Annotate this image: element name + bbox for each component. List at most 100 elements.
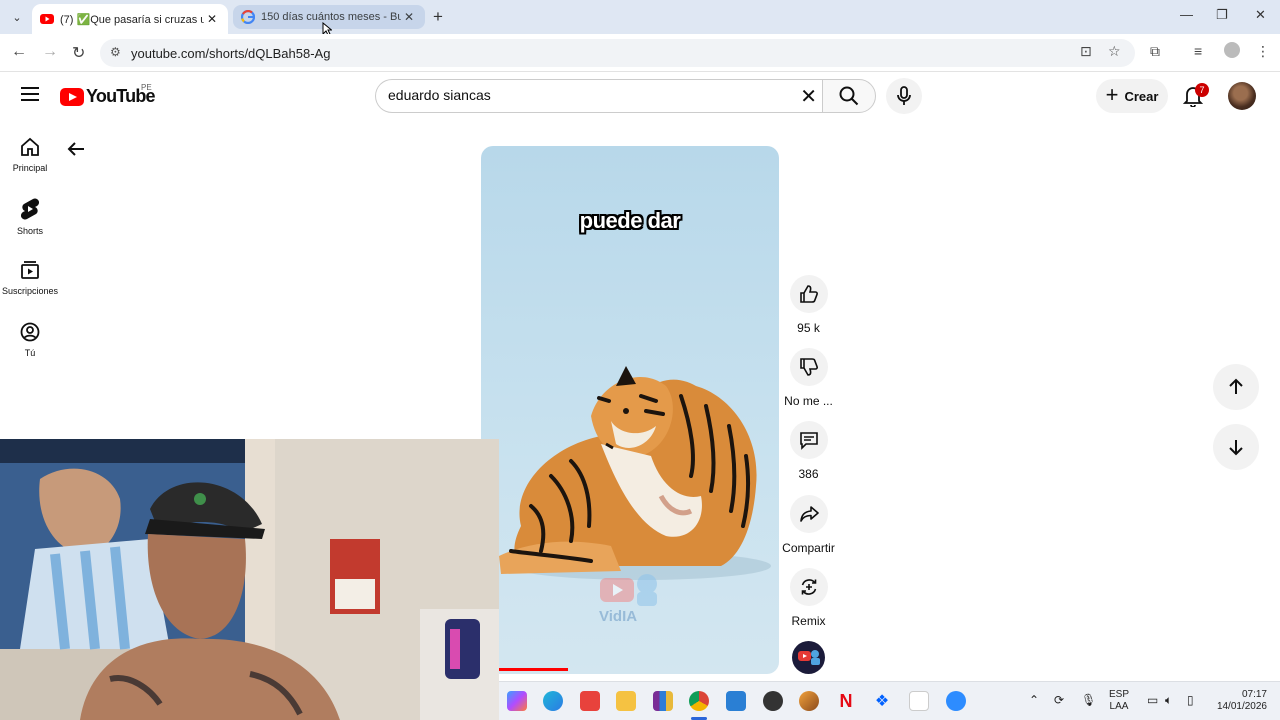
guide-item-subscriptions[interactable]: Suscripciones (0, 260, 60, 296)
country-code: PE (141, 83, 152, 92)
webcam-overlay (0, 439, 499, 720)
forward-icon[interactable]: → (42, 43, 58, 61)
url-text: youtube.com/shorts/dQLBah58-Ag (131, 46, 331, 61)
file-explorer-icon[interactable] (616, 691, 636, 711)
guide-label: Principal (12, 163, 48, 173)
chrome-icon[interactable] (689, 691, 709, 711)
notification-badge: 7 (1195, 83, 1209, 97)
video-caption: puede dar (579, 208, 681, 233)
keyboard-layout: LAA (1109, 701, 1129, 712)
search-icon (839, 86, 859, 106)
create-button[interactable]: + Crear (1096, 79, 1168, 113)
install-app-icon[interactable]: ⊡ (1080, 43, 1092, 60)
app-icon[interactable] (799, 691, 819, 711)
remix-label: Remix (791, 614, 826, 628)
microphone-icon (897, 86, 911, 105)
youtube-favicon-icon (40, 14, 54, 24)
minimize-icon[interactable]: — (1180, 7, 1193, 22)
guide-item-you[interactable]: Tú (0, 322, 60, 358)
edge-browser-icon[interactable] (543, 691, 563, 711)
restore-icon[interactable]: ❐ (1216, 7, 1228, 23)
windows-taskbar: N ❖ ⌃ ⟳ 🎙︎ ESP LAA ▭ 🔈︎ ▯ 07:17 14/01/20… (499, 681, 1280, 720)
new-tab-button[interactable]: + (433, 7, 443, 27)
volume-icon[interactable]: 🔈︎ (1165, 694, 1172, 706)
back-arrow-icon[interactable] (66, 139, 86, 159)
google-favicon-icon (241, 10, 255, 24)
close-window-icon[interactable]: ✕ (1255, 7, 1266, 23)
browser-tab-strip: ⌄ (7) ✅Que pasaría si cruzas un T ✕ 150 … (0, 0, 1280, 34)
winrar-icon[interactable] (653, 691, 673, 711)
outlook-icon[interactable] (726, 691, 746, 711)
mic-tray-icon[interactable]: 🎙︎ (1081, 694, 1096, 706)
webcam-person-image (0, 439, 499, 720)
dropbox-icon[interactable]: ❖ (872, 691, 892, 711)
zoom-icon[interactable] (946, 691, 966, 711)
site-info-icon[interactable]: ⚙ (110, 45, 121, 59)
dislike-label: No me ... (784, 394, 833, 408)
dislike-button[interactable]: No me ... (781, 348, 836, 408)
show-hidden-icons[interactable]: ⌃ (1029, 694, 1039, 706)
next-short-button[interactable] (1213, 424, 1259, 470)
amazon-icon[interactable] (909, 691, 929, 711)
battery-icon[interactable]: ▯ (1187, 694, 1194, 706)
guide-item-shorts[interactable]: Shorts (0, 198, 60, 236)
share-button[interactable]: Compartir (781, 495, 836, 555)
remix-button[interactable]: Remix (781, 568, 836, 628)
plus-icon: + (1105, 82, 1119, 107)
short-video-player[interactable]: puede dar VidIA (481, 146, 779, 674)
sync-icon[interactable]: ⟳ (1054, 694, 1064, 706)
clock[interactable]: 07:17 14/01/2026 (1211, 689, 1267, 713)
remix-icon (801, 579, 816, 595)
close-tab-icon[interactable]: ✕ (204, 12, 220, 26)
comment-icon (799, 432, 818, 450)
network-icon[interactable]: ▭ (1147, 694, 1158, 706)
browser-toolbar: ← → ↻ ⚙ youtube.com/shorts/dQLBah58-Ag ⊡… (0, 34, 1280, 72)
back-icon[interactable]: ← (11, 43, 27, 61)
clock-date: 14/01/2026 (1216, 701, 1267, 712)
youtube-logo[interactable]: YouTube PE (60, 83, 156, 107)
reload-icon[interactable]: ↻ (72, 43, 85, 63)
hamburger-menu-icon[interactable] (21, 87, 39, 101)
channel-avatar[interactable] (792, 641, 825, 674)
shorts-icon (21, 198, 39, 220)
input-language[interactable]: ESP LAA (1109, 689, 1129, 713)
home-icon (21, 137, 39, 156)
share-label: Compartir (782, 541, 835, 555)
media-control-icon[interactable]: ≡ (1194, 43, 1202, 59)
youtube-play-icon (60, 87, 84, 106)
tiger-image (499, 366, 771, 580)
vidia-channel-logo-icon (797, 649, 820, 665)
obs-icon[interactable] (763, 691, 783, 711)
like-button[interactable]: 95 k (781, 275, 836, 335)
guide-label: Shorts (16, 226, 43, 236)
address-bar[interactable]: ⚙ youtube.com/shorts/dQLBah58-Ag (100, 39, 1135, 67)
video-progress-bar[interactable] (499, 668, 568, 671)
language-code: ESP (1109, 689, 1130, 700)
tab-search-button[interactable]: ⌄ (6, 6, 28, 28)
you-icon (20, 322, 40, 342)
clear-search-icon[interactable]: ✕ (800, 84, 817, 109)
copilot-icon[interactable] (507, 691, 527, 711)
profile-icon[interactable] (1224, 42, 1240, 58)
arrow-up-icon (1229, 378, 1243, 394)
watermark-text: VidIA (599, 608, 638, 625)
share-icon (799, 506, 819, 522)
tab-youtube-short[interactable]: (7) ✅Que pasaría si cruzas un T ✕ (32, 4, 228, 34)
close-tab-icon[interactable]: ✕ (401, 10, 417, 24)
search-button[interactable] (822, 79, 876, 113)
account-avatar[interactable] (1228, 82, 1256, 110)
extensions-icon[interactable]: ⧉ (1150, 43, 1160, 60)
clock-time: 07:17 (1241, 689, 1267, 700)
bookmark-star-icon[interactable]: ☆ (1108, 43, 1121, 60)
search-input[interactable] (388, 87, 788, 103)
tab-title: (7) ✅Que pasaría si cruzas un T (60, 13, 204, 26)
create-label: Crear (1124, 88, 1159, 104)
anydesk-icon[interactable] (580, 691, 600, 711)
thumbs-up-icon (799, 285, 818, 303)
previous-short-button[interactable] (1213, 364, 1259, 410)
netflix-icon[interactable]: N (836, 691, 856, 711)
comments-button[interactable]: 386 (781, 421, 836, 481)
voice-search-button[interactable] (886, 78, 922, 114)
browser-menu-icon[interactable]: ⋮ (1256, 43, 1270, 60)
guide-item-home[interactable]: Principal (0, 137, 60, 173)
